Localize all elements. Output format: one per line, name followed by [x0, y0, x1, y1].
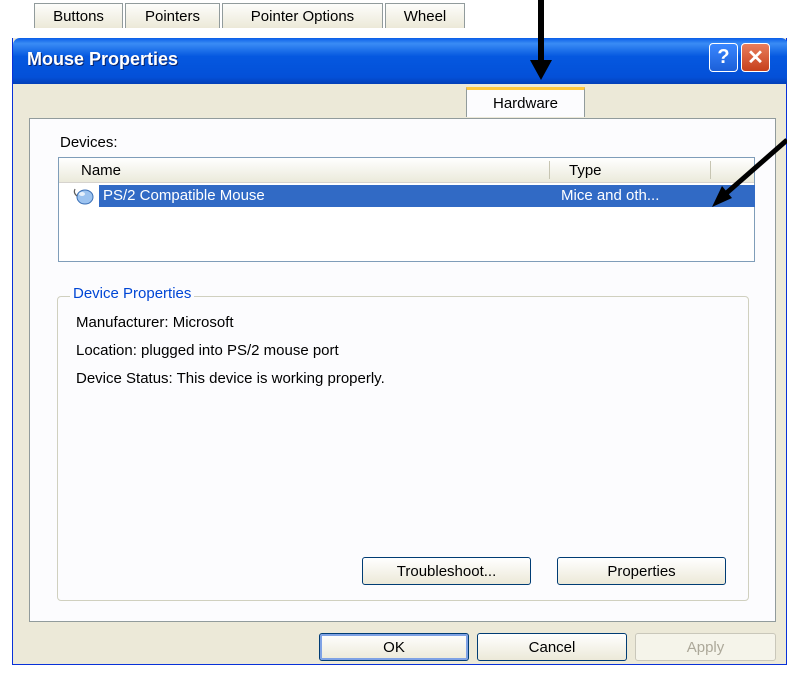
mouse-device-icon	[72, 187, 94, 205]
tab-pointer-options[interactable]: Pointer Options	[222, 3, 383, 28]
list-item[interactable]: PS/2 Compatible Mouse Mice and oth...	[99, 185, 755, 207]
tab-label: Pointers	[144, 7, 201, 25]
location-text: Location: plugged into PS/2 mouse port	[76, 342, 339, 359]
close-button[interactable]: ✕	[741, 43, 770, 72]
tab-label: Buttons	[53, 7, 104, 25]
properties-label: Properties	[607, 562, 676, 580]
help-button[interactable]: ?	[709, 43, 738, 72]
tab-pointers[interactable]: Pointers	[125, 3, 220, 28]
tab-label: Wheel	[403, 7, 447, 25]
window-title: Mouse Properties	[27, 49, 179, 69]
help-icon: ?	[717, 46, 730, 68]
column-separator[interactable]	[710, 161, 711, 179]
device-status-text: Device Status: This device is working pr…	[76, 370, 385, 387]
ok-button[interactable]: OK	[319, 633, 469, 661]
tab-hardware[interactable]: Hardware	[466, 87, 585, 117]
column-separator[interactable]	[549, 161, 550, 179]
cancel-label: Cancel	[528, 638, 576, 656]
device-type: Mice and oth...	[561, 187, 660, 204]
column-header-type[interactable]: Type	[569, 162, 602, 179]
cancel-button[interactable]: Cancel	[477, 633, 627, 661]
column-header-name[interactable]: Name	[81, 162, 121, 179]
tab-wheel[interactable]: Wheel	[385, 3, 465, 28]
title-bar[interactable]: Mouse Properties ? ✕	[13, 38, 787, 84]
tab-label: Pointer Options	[250, 7, 355, 25]
close-icon: ✕	[747, 47, 764, 69]
apply-button[interactable]: Apply	[635, 633, 776, 661]
devices-list-header: Name Type	[59, 158, 754, 183]
devices-label: Devices:	[60, 134, 118, 151]
ok-label: OK	[383, 638, 405, 656]
device-properties-title: Device Properties	[70, 285, 195, 302]
device-name: PS/2 Compatible Mouse	[103, 187, 265, 204]
mouse-icon-svg	[73, 188, 94, 205]
manufacturer-text: Manufacturer: Microsoft	[76, 314, 234, 331]
tab-buttons[interactable]: Buttons	[34, 3, 123, 28]
apply-label: Apply	[686, 638, 725, 656]
tab-label: Hardware	[492, 95, 559, 112]
troubleshoot-label: Troubleshoot...	[396, 562, 497, 580]
troubleshoot-button[interactable]: Troubleshoot...	[362, 557, 531, 585]
devices-list[interactable]: Name Type PS/2 Compatible Mouse Mice and…	[58, 157, 755, 262]
properties-button[interactable]: Properties	[557, 557, 726, 585]
